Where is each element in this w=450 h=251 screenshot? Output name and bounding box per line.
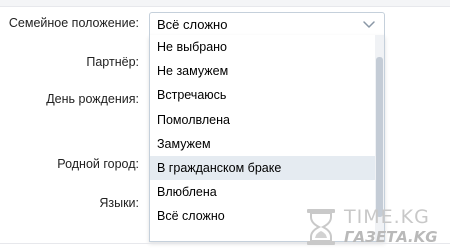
relationship-select[interactable]: Всё сложно bbox=[149, 12, 385, 36]
option-not-selected[interactable]: Не выбрано bbox=[150, 35, 375, 59]
label-languages: Языки: bbox=[99, 196, 139, 210]
hourglass-icon bbox=[307, 209, 335, 245]
option-married[interactable]: Замужем bbox=[150, 132, 375, 156]
option-in-love[interactable]: Влюблена bbox=[150, 180, 375, 204]
label-hometown: Родной город: bbox=[57, 157, 139, 171]
watermark: TIME.KG ГАЗЕТА.KG bbox=[304, 204, 450, 248]
option-single[interactable]: Не замужем bbox=[150, 59, 375, 83]
label-partner: Партнёр: bbox=[86, 55, 139, 69]
top-divider bbox=[0, 0, 450, 7]
chevron-down-icon[interactable] bbox=[362, 17, 376, 31]
watermark-gazeta-text: ГАЗЕТА.KG bbox=[344, 228, 438, 246]
relationship-select-value: Всё сложно bbox=[157, 17, 228, 32]
option-engaged[interactable]: Помолвлена bbox=[150, 108, 375, 132]
watermark-time-text: TIME.KG bbox=[344, 206, 430, 228]
scrollbar-thumb[interactable] bbox=[376, 57, 383, 217]
label-relationship: Семейное положение: bbox=[8, 16, 139, 30]
option-civil-union[interactable]: В гражданском браке bbox=[150, 155, 375, 181]
option-dating[interactable]: Встречаюсь bbox=[150, 83, 375, 107]
label-birthday: День рождения: bbox=[46, 92, 139, 106]
